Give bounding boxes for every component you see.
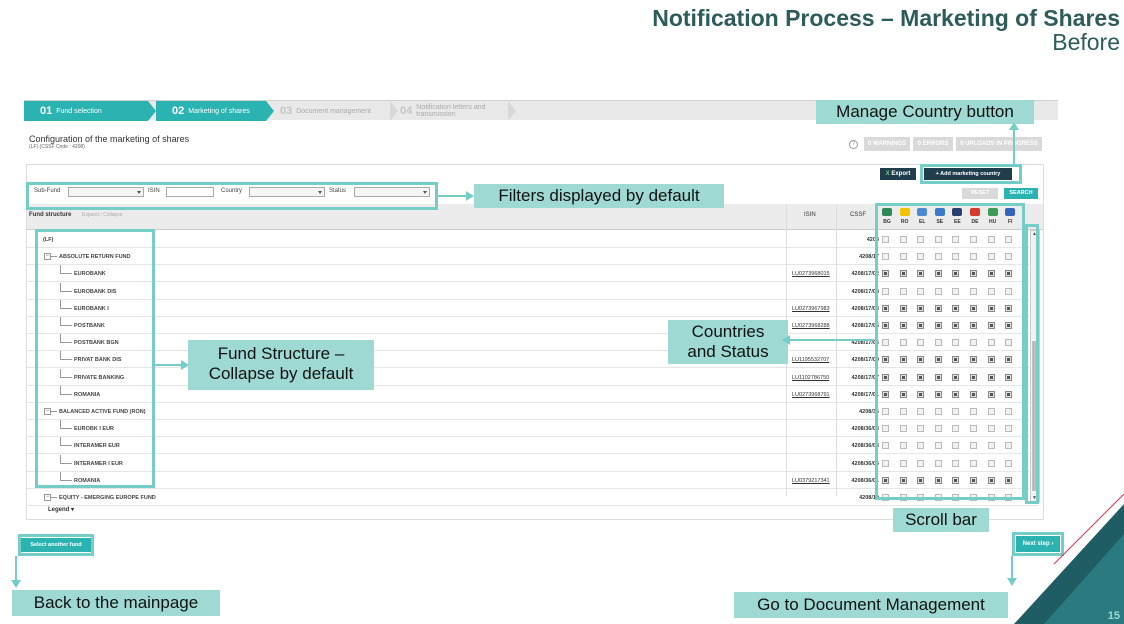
uploads-badge[interactable]: 0 UPLOADS IN PROGRESS [956,137,1042,151]
cssf-code: 4208/17/06 [851,340,879,347]
step-number: 03 [280,105,293,117]
cssf-code: 4208/17/09 [851,357,879,364]
arrow-line [438,195,468,197]
arrow-right-icon [466,191,474,201]
callout-back-mainpage: Back to the mainpage [12,590,220,616]
arrow-up-icon [1009,122,1019,130]
step-number: 01 [40,105,53,117]
collapse-icon[interactable]: − [44,494,51,501]
reset-button[interactable]: RESET [962,188,998,199]
search-button[interactable]: SEARCH [1004,188,1038,199]
step-marketing-of-shares[interactable]: 02 Marketing of shares [156,101,266,121]
step-label: Notification letters and transmission [416,104,486,118]
arrow-line [1013,128,1015,164]
manage-country-highlight [920,164,1022,184]
step-notification-letters[interactable]: 04 Notification letters and transmission [398,101,508,121]
slide-title: Notification Process – Marketing of Shar… [652,6,1120,54]
arrow-line [788,339,874,341]
cssf-code: 4208 [866,237,879,243]
export-button[interactable]: X Export [880,168,916,180]
cssf-header: CSSF [850,212,867,218]
step-chevron-icon [390,101,398,121]
isin-link[interactable]: LU0273968791 [792,392,830,398]
filters-highlight [26,182,438,210]
isin-link[interactable]: LU0273968288 [792,323,830,329]
cssf-code: 4208/17/01 [851,391,879,398]
column-separator [836,204,837,496]
step-document-management[interactable]: 03 Document management [278,101,390,121]
arrow-left-icon [782,335,790,345]
step-chevron-icon [148,101,156,121]
cssf-code: 4208/36/05 [851,460,879,467]
isin-link[interactable]: LU0379217341 [792,478,830,484]
caret-down-icon: ▾ [71,507,75,513]
help-icon[interactable]: ? [849,140,858,149]
step-label: Marketing of shares [188,107,250,115]
isin-link[interactable]: LU1195532707 [792,357,829,363]
cssf-code: 4208/10 [859,495,879,501]
cssf-code: 4208/36/03 [851,426,879,433]
countries-highlight [875,203,1025,500]
legend-toggle[interactable]: Legend ▾ [48,506,74,513]
fund-structure-highlight [35,229,155,488]
isin-link[interactable]: LU1102786750 [792,375,829,381]
cssf-code: 4208/36 [859,409,879,415]
select-fund-highlight [18,534,94,556]
corner-decoration [1014,494,1124,624]
cssf-code: 4208/17 [859,254,879,261]
arrow-line [155,364,183,366]
step-label: Fund selection [56,107,102,115]
arrow-down-icon [11,580,21,588]
tree-connector [51,497,57,498]
errors-badge[interactable]: 0 ERRORS [913,137,953,151]
fund-name[interactable]: EQUITY - EMERGING EUROPE FUND [59,495,156,501]
callout-filters: Filters displayed by default [474,184,724,208]
page-number: 15 [1107,610,1120,622]
cssf-code: 4208/17/03 [851,305,879,312]
callout-fund-structure: Fund Structure – Collapse by default [188,340,374,390]
cssf-code: 4208/36/01 [851,477,879,484]
slide-title-sub: Before [1052,29,1120,55]
step-number: 02 [172,105,185,117]
callout-countries-status: Countries and Status [668,320,788,364]
cssf-code: 4208/17/07 [851,374,879,381]
isin-link[interactable]: LU0273967983 [792,306,830,312]
cssf-code: 4208/17/08 [851,288,879,295]
step-label: Document management [296,107,371,115]
cssf-code: 4208/36/04 [851,443,879,450]
step-number: 04 [400,104,413,117]
step-chevron-icon [508,101,516,121]
callout-manage-country: Manage Country button [816,100,1034,124]
warnings-badge[interactable]: 0 WARNINGS [864,137,910,151]
arrow-line [15,556,17,582]
export-label: Export [891,171,911,177]
isin-link[interactable]: LU0273968015 [792,271,830,277]
legend-label: Legend [48,507,70,513]
config-subtitle: (LF) (CSSF Code : 4208) [29,144,85,150]
isin-header: ISIN [804,212,816,218]
arrow-right-icon [181,360,189,370]
step-fund-selection[interactable]: 01 Fund selection [24,101,148,121]
slide-title-main: Notification Process – Marketing of Shar… [652,5,1120,31]
cssf-code: 4208/17/05 [851,323,879,329]
expand-collapse-link[interactable]: Expand / Collapse [82,212,123,218]
fund-structure-header: Fund structure [29,212,72,218]
callout-document-management: Go to Document Management [734,592,1008,618]
callout-scroll-bar: Scroll bar [893,508,989,532]
step-chevron-icon [266,101,274,121]
scrollbar-highlight [1025,224,1039,504]
cssf-code: 4208/17/02 [851,271,879,278]
config-title: Configuration of the marketing of shares [29,134,190,144]
